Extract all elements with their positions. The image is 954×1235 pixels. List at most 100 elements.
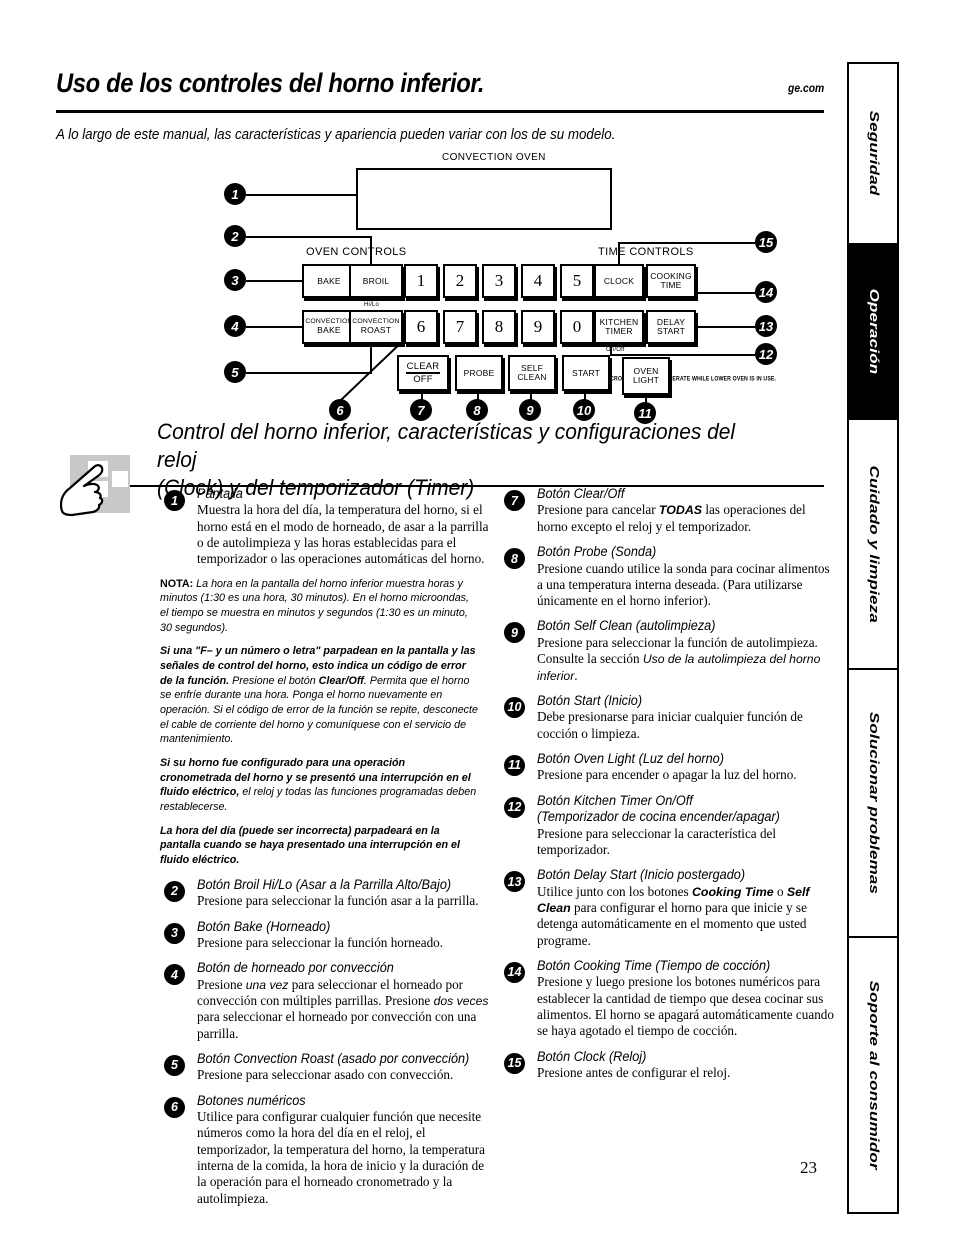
item-title: Botón Cooking Time (Tiempo de cocción): [537, 957, 771, 973]
key-convection-bake[interactable]: Convection Bake: [302, 310, 356, 344]
key-number-8[interactable]: 8: [482, 310, 516, 344]
leader-line-13: [695, 326, 756, 328]
item-body: Muestra la hora del día, la temperatura …: [197, 502, 489, 567]
callout-14: 14: [755, 281, 777, 303]
item-body: Presione para seleccionar la función hor…: [197, 934, 444, 950]
callout-11: 11: [634, 402, 656, 424]
page-subtitle: A lo largo de este manual, las caracterí…: [56, 127, 616, 143]
page-header: Uso de los controles del horno inferior.…: [56, 70, 824, 97]
list-item-5: 5 Botón Convection Roast (asado por conv…: [160, 1051, 496, 1084]
item-number-badge: 11: [504, 754, 525, 776]
key-number-0[interactable]: 0: [560, 310, 594, 344]
key-label: 6: [416, 317, 426, 337]
key-probe[interactable]: Probe: [455, 355, 503, 391]
key-self-clean[interactable]: Self Clean: [508, 355, 556, 391]
diagram-convection-oven-label: Convection Oven: [442, 152, 546, 163]
key-number-5[interactable]: 5: [560, 264, 594, 298]
list-item-6: 6 Botones numéricos Utilice para configu…: [160, 1093, 496, 1207]
note-label: NOTA:: [160, 577, 194, 590]
left-text-column: 1 Pantalla Muestra la hora del día, la t…: [160, 486, 496, 1216]
key-number-7[interactable]: 7: [443, 310, 477, 344]
key-broil[interactable]: Broil: [349, 264, 403, 298]
key-label: 2: [455, 271, 465, 291]
broil-hi-lo-label: Hi/Lo: [364, 302, 380, 308]
key-kitchen-timer[interactable]: Kitchen Timer: [594, 310, 644, 344]
callout-5: 5: [224, 361, 246, 383]
key-number-3[interactable]: 3: [482, 264, 516, 298]
list-item-11: 11 Botón Oven Light (Luz del horno) Pres…: [500, 751, 836, 784]
sidebar-tab-seguridad[interactable]: Seguridad: [849, 64, 897, 245]
list-item-13: 13 Botón Delay Start (Inicio postergado)…: [500, 867, 836, 949]
note-display-format: NOTA: La hora en la pantalla del horno i…: [160, 577, 479, 636]
sidebar-tab-operacion[interactable]: Operación: [849, 245, 897, 420]
list-item-1: 1 Pantalla Muestra la hora del día, la t…: [160, 486, 496, 568]
key-number-9[interactable]: 9: [521, 310, 555, 344]
body-emphasis-una-vez: una vez: [245, 977, 289, 992]
leader-line-14: [695, 292, 756, 294]
key-label: Broil: [362, 275, 390, 286]
key-label: 8: [494, 317, 504, 337]
key-label: 0: [572, 317, 582, 337]
list-item-3: 3 Botón Bake (Horneado) Presione para se…: [160, 919, 496, 952]
item-number-badge: 9: [504, 622, 525, 644]
key-cooking-time[interactable]: Cooking Time: [646, 264, 696, 298]
note-text: La hora en la pantalla del horno inferio…: [160, 577, 470, 634]
item-title: Botón Delay Start (Inicio postergado): [537, 867, 746, 883]
list-item-9: 9 Botón Self Clean (autolimpieza) Presio…: [500, 618, 836, 683]
item-body: Presione y luego presione los botones nu…: [537, 974, 834, 1039]
key-number-4[interactable]: 4: [521, 264, 555, 298]
key-number-6[interactable]: 6: [404, 310, 438, 344]
key-bake[interactable]: Bake: [302, 264, 356, 298]
key-clear-off[interactable]: Clear Off: [397, 355, 449, 391]
key-label: Probe: [463, 367, 495, 378]
callout-3: 3: [224, 269, 246, 291]
item-number-badge: 7: [504, 490, 525, 511]
list-item-4: 4 Botón de horneado por convección Presi…: [160, 960, 496, 1042]
list-item-2: 2 Botón Broil Hi/Lo (Asar a la Parrilla …: [160, 877, 496, 910]
leader-line-2-v: [370, 236, 372, 266]
diagram-time-controls-label: Time Controls: [598, 246, 694, 258]
manual-page: Uso de los controles del horno inferior.…: [0, 0, 954, 1235]
key-delay-start[interactable]: Delay Start: [646, 310, 696, 344]
item-body: Presione para seleccionar la función de …: [537, 635, 836, 684]
item-number-badge: 6: [164, 1096, 185, 1118]
callout-2: 2: [224, 225, 246, 247]
callout-13: 13: [755, 315, 777, 337]
item-body: Utilice para configurar cualquier funció…: [197, 1109, 485, 1206]
leader-line-15-v: [618, 242, 620, 266]
sidebar-tab-cuidado-y-limpieza[interactable]: Cuidado y limpieza: [849, 420, 897, 670]
callout-4: 4: [224, 315, 246, 337]
leader-line-1: [246, 194, 358, 196]
key-number-2[interactable]: 2: [443, 264, 477, 298]
list-item-15: 15 Botón Clock (Reloj) Presione antes de…: [500, 1049, 836, 1082]
key-convection-roast[interactable]: Convection Roast: [349, 310, 403, 344]
sidebar-tab-label: Solucionar problemas: [866, 711, 881, 895]
leader-line-4: [246, 326, 304, 328]
callout-7: 7: [410, 399, 432, 421]
item-number-badge: 8: [504, 548, 525, 570]
sidebar-tab-solucionar-problemas[interactable]: Solucionar problemas: [849, 670, 897, 938]
key-label-line2: Timer: [605, 326, 633, 336]
item-title: Botón de horneado por convección: [197, 960, 394, 976]
item-body: Presione cuando utilice la sonda para co…: [537, 560, 830, 609]
sidebar-tab-soporte-al-consumidor[interactable]: Soporte al consumidor: [849, 938, 897, 1212]
item-number-badge: 4: [164, 964, 185, 986]
key-label-line2: Off: [413, 373, 433, 385]
body-part-e: para configurar el horno para que inicie…: [537, 899, 807, 948]
list-item-7: 7 Botón Clear/Off Presione para cancelar…: [500, 486, 836, 535]
item-title: Botón Oven Light (Luz del horno): [537, 750, 724, 766]
item-body: Utilice junto con los botones Cooking Ti…: [537, 884, 836, 949]
item-body: Presione para cancelar TODAS las operaci…: [537, 502, 836, 535]
key-start[interactable]: Start: [562, 355, 610, 391]
item-title: Botón Clear/Off: [537, 486, 625, 501]
key-clock[interactable]: Clock: [594, 264, 644, 298]
leader-line-12-v: [610, 344, 612, 356]
site-url: ge.com: [787, 83, 824, 95]
item-title: Botones numéricos: [197, 1092, 306, 1108]
item-body: Presione para seleccionar la característ…: [537, 825, 777, 857]
key-number-1[interactable]: 1: [404, 264, 438, 298]
key-label: Bake: [317, 275, 341, 286]
item-number-badge: 15: [504, 1052, 525, 1074]
key-oven-light[interactable]: Oven Light: [622, 357, 670, 395]
body-part-e: para seleccionar el horneado por convecc…: [197, 1009, 477, 1041]
